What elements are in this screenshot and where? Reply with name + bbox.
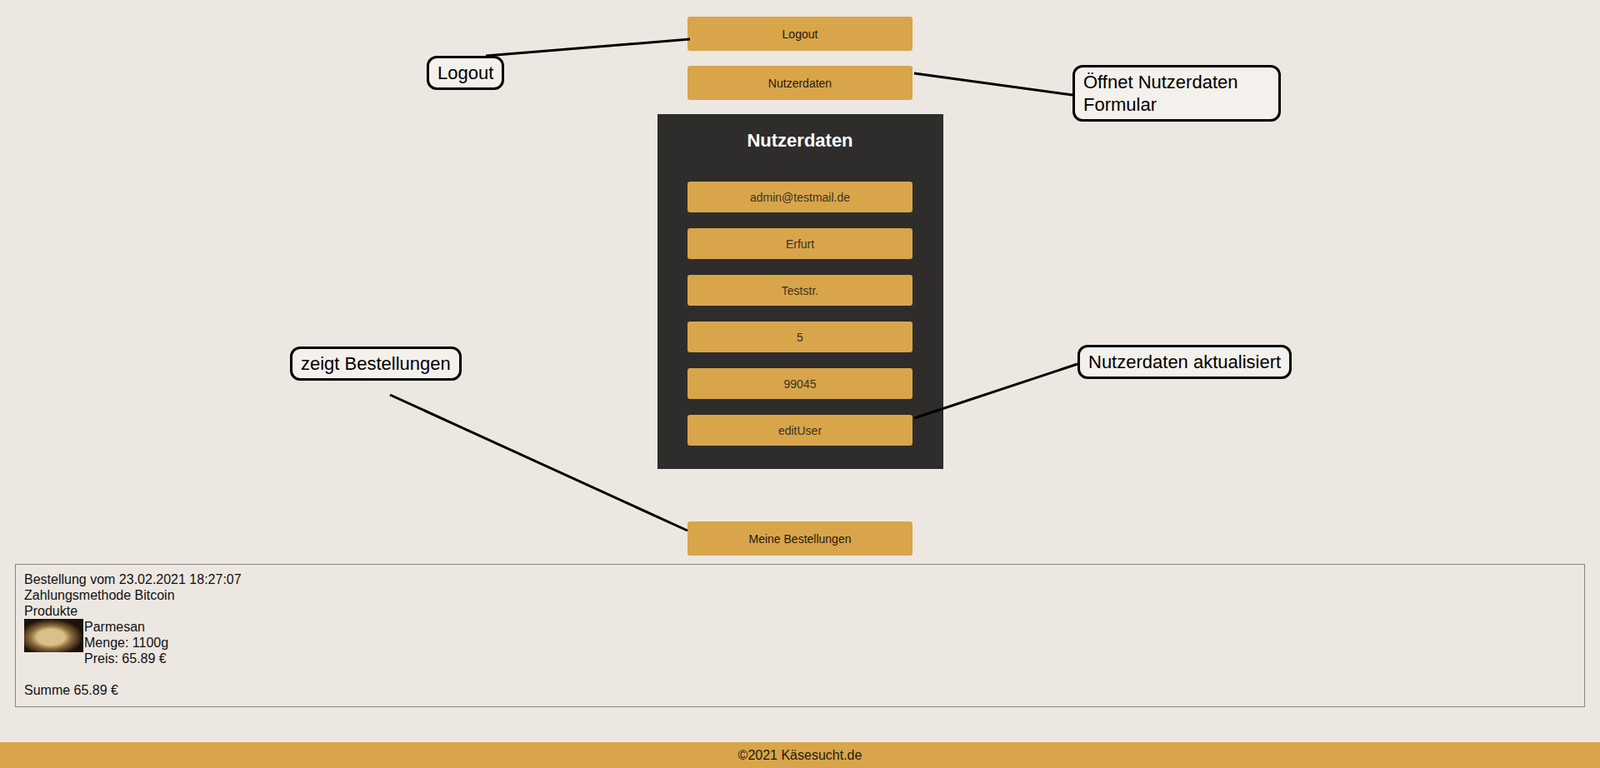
user-field[interactable] [687, 275, 913, 306]
product-quantity: Menge: 1100g [84, 635, 169, 651]
user-data-button[interactable]: Nutzerdaten [687, 65, 913, 100]
annotation-callout: zeigt Bestellungen [290, 346, 462, 381]
logout-button[interactable]: Logout [687, 16, 913, 51]
annotation-callout: Logout [426, 55, 505, 90]
order-payment: Zahlungsmethode Bitcoin [24, 587, 1576, 604]
order-total: Summe 65.89 € [24, 682, 1576, 699]
products-label: Produkte [24, 603, 1576, 620]
edit-user-button[interactable]: editUser [687, 415, 913, 446]
product-name: Parmesan [84, 619, 169, 635]
product-photo [24, 619, 84, 653]
annotation-callout: Nutzerdaten aktualisiert [1077, 345, 1292, 380]
footer: ©2021 Käsesucht.de [0, 742, 1600, 768]
order-date: Bestellung vom 23.02.2021 18:27:07 [24, 571, 1576, 588]
user-data-form: Nutzerdaten editUser [657, 114, 944, 470]
form-title: Nutzerdaten [746, 130, 853, 151]
order-card: Bestellung vom 23.02.2021 18:27:07Zahlun… [15, 564, 1585, 708]
user-field[interactable] [687, 228, 913, 260]
orders-button[interactable]: Meine Bestellungen [687, 521, 913, 556]
annotation-lines [0, 0, 1600, 768]
user-field[interactable] [687, 321, 913, 353]
user-field[interactable] [687, 368, 913, 400]
product-price: Preis: 65.89 € [84, 650, 169, 667]
product-row: ParmesanMenge: 1100gPreis: 65.89 € [24, 619, 1576, 667]
annotation-callout: Öffnet Nutzerdaten Formular [1072, 65, 1281, 122]
account-page: Logout Nutzerdaten Nutzerdaten editUser Mein… [0, 0, 1600, 768]
user-field[interactable] [687, 181, 913, 213]
